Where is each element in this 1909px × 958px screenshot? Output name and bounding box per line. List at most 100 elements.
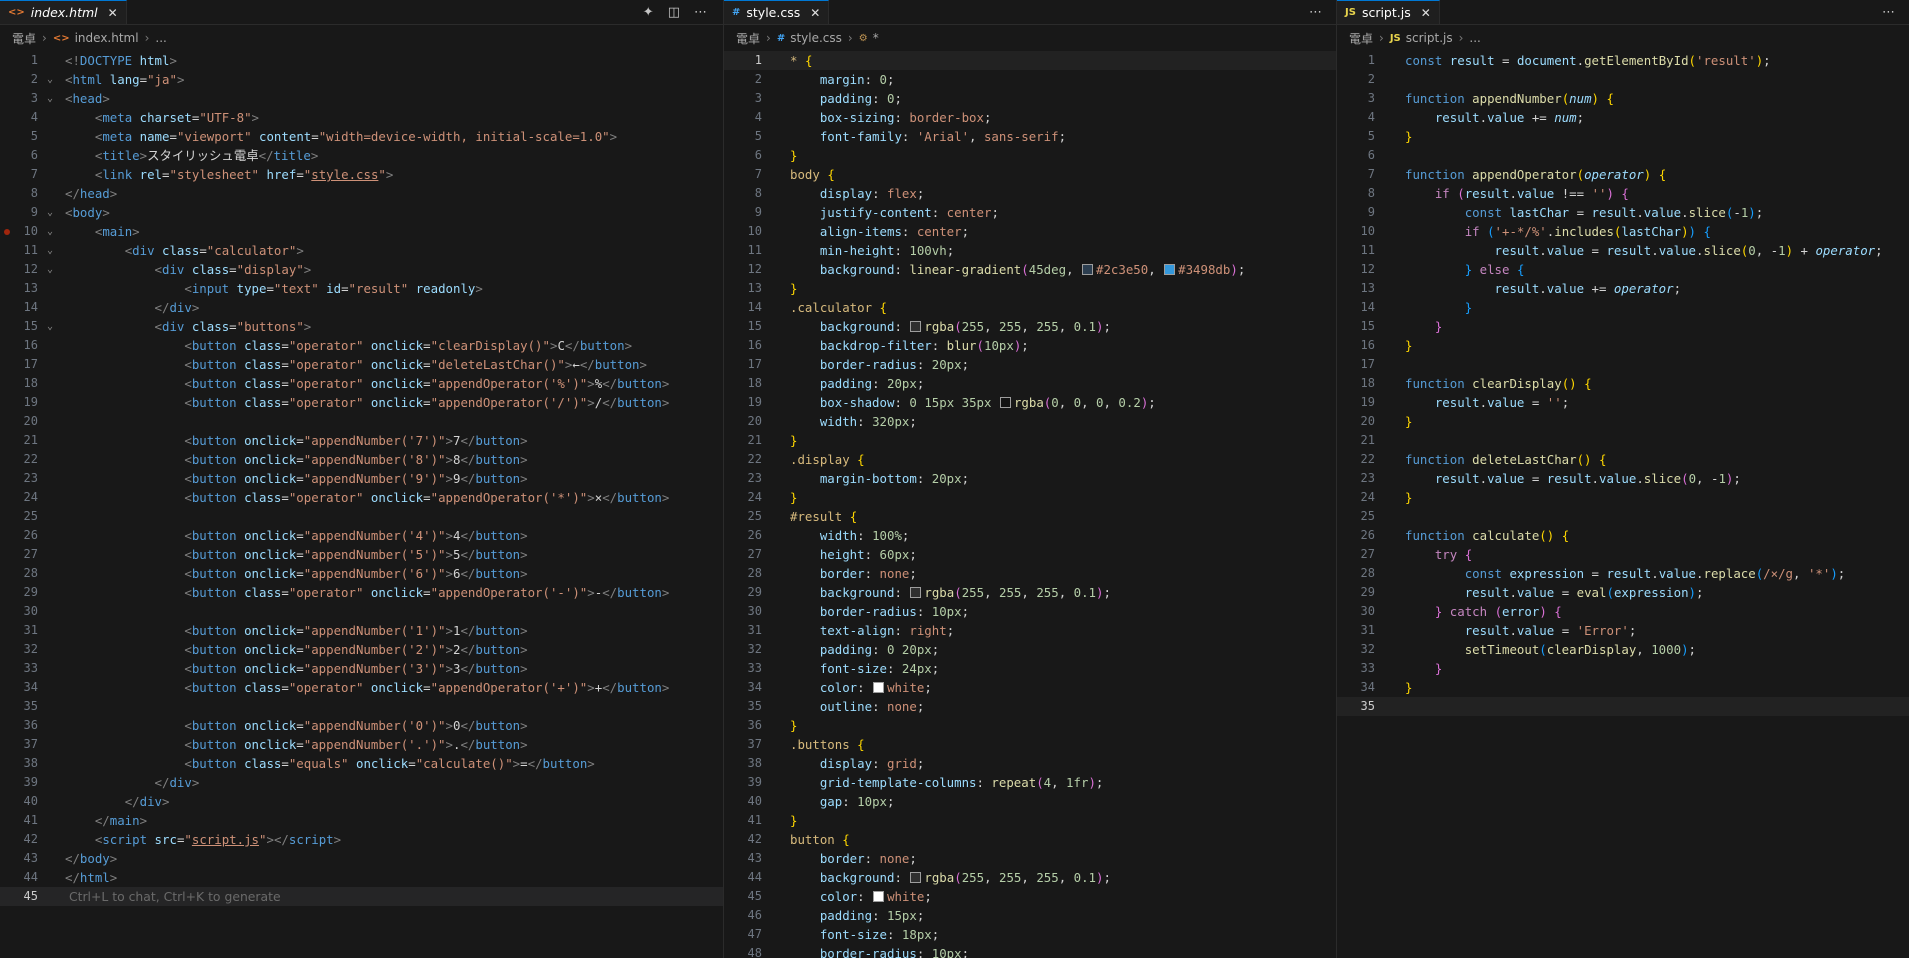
code-line[interactable]: 30 bbox=[0, 602, 723, 621]
breadcrumb-folder[interactable]: 電卓 bbox=[736, 30, 760, 47]
code-line[interactable]: 43 border: none; bbox=[724, 849, 1336, 868]
code-line[interactable]: 48 border-radius: 10px; bbox=[724, 944, 1336, 958]
code-line[interactable]: 31 <button onclick="appendNumber('1')">1… bbox=[0, 621, 723, 640]
breadcrumb-symbol[interactable]: ... bbox=[155, 31, 166, 45]
fold-chevron-icon[interactable]: ⌄ bbox=[47, 241, 53, 260]
code-line[interactable]: 33 } bbox=[1337, 659, 1909, 678]
code-line[interactable]: 20} bbox=[1337, 412, 1909, 431]
code-line[interactable]: 27 height: 60px; bbox=[724, 545, 1336, 564]
code-line[interactable]: 45 Ctrl+L to chat, Ctrl+K to generate bbox=[0, 887, 723, 906]
code-line[interactable]: 38 display: grid; bbox=[724, 754, 1336, 773]
code-line[interactable]: 43 </body> bbox=[0, 849, 723, 868]
code-line[interactable]: 15 background: rgba(255, 255, 255, 0.1); bbox=[724, 317, 1336, 336]
breadcrumb-file[interactable]: script.js bbox=[1406, 31, 1453, 45]
code-line[interactable]: 11 ⌄ <div class="calculator"> bbox=[0, 241, 723, 260]
code-line[interactable]: 26 <button onclick="appendNumber('4')">4… bbox=[0, 526, 723, 545]
fold-chevron-icon[interactable]: ⌄ bbox=[47, 317, 53, 336]
code-line[interactable]: 46 padding: 15px; bbox=[724, 906, 1336, 925]
breadcrumb-folder[interactable]: 電卓 bbox=[1349, 30, 1373, 47]
code-line[interactable]: 8 if (result.value !== '') { bbox=[1337, 184, 1909, 203]
code-line[interactable]: 32 padding: 0 20px; bbox=[724, 640, 1336, 659]
code-line[interactable]: 24 <button class="operator" onclick="app… bbox=[0, 488, 723, 507]
code-line[interactable]: 25 #result { bbox=[724, 507, 1336, 526]
code-line[interactable]: 25 bbox=[1337, 507, 1909, 526]
code-line[interactable]: 21 bbox=[1337, 431, 1909, 450]
breadcrumb-file[interactable]: index.html bbox=[75, 31, 139, 45]
code-line[interactable]: 35 outline: none; bbox=[724, 697, 1336, 716]
code-line[interactable]: 19 result.value = ''; bbox=[1337, 393, 1909, 412]
code-line[interactable]: 4 result.value += num; bbox=[1337, 108, 1909, 127]
fold-chevron-icon[interactable]: ⌄ bbox=[47, 70, 53, 89]
code-line[interactable]: 34 color: white; bbox=[724, 678, 1336, 697]
code-line[interactable]: 29 background: rgba(255, 255, 255, 0.1); bbox=[724, 583, 1336, 602]
code-line[interactable]: 2 bbox=[1337, 70, 1909, 89]
code-line[interactable]: 41 </main> bbox=[0, 811, 723, 830]
code-line[interactable]: 7 <link rel="stylesheet" href="style.css… bbox=[0, 165, 723, 184]
code-line[interactable]: 3 padding: 0; bbox=[724, 89, 1336, 108]
code-line[interactable]: 29 result.value = eval(expression); bbox=[1337, 583, 1909, 602]
code-line[interactable]: 13 result.value += operator; bbox=[1337, 279, 1909, 298]
more-actions-icon[interactable]: ⋯ bbox=[694, 5, 707, 20]
code-line[interactable]: 30 border-radius: 10px; bbox=[724, 602, 1336, 621]
code-line[interactable]: 44 background: rgba(255, 255, 255, 0.1); bbox=[724, 868, 1336, 887]
code-line[interactable]: 32 <button onclick="appendNumber('2')">2… bbox=[0, 640, 723, 659]
code-line[interactable]: 9 ⌄ <body> bbox=[0, 203, 723, 222]
code-line[interactable]: 20 bbox=[0, 412, 723, 431]
code-line[interactable]: 32 setTimeout(clearDisplay, 1000); bbox=[1337, 640, 1909, 659]
code-line[interactable]: 14 .calculator { bbox=[724, 298, 1336, 317]
code-line[interactable]: 31 text-align: right; bbox=[724, 621, 1336, 640]
fold-chevron-icon[interactable]: ⌄ bbox=[47, 89, 53, 108]
close-icon[interactable]: ✕ bbox=[810, 6, 820, 20]
breakpoint-icon[interactable] bbox=[4, 229, 10, 235]
code-line[interactable]: 10 ⌄ <main> bbox=[0, 222, 723, 241]
code-line[interactable]: 6 <title>スタイリッシュ電卓</title> bbox=[0, 146, 723, 165]
breadcrumb-symbol[interactable]: ... bbox=[1469, 31, 1480, 45]
code-line[interactable]: 28 border: none; bbox=[724, 564, 1336, 583]
code-line[interactable]: 8 </head> bbox=[0, 184, 723, 203]
code-line[interactable]: 12 background: linear-gradient(45deg, #2… bbox=[724, 260, 1336, 279]
code-line[interactable]: 21 <button onclick="appendNumber('7')">7… bbox=[0, 431, 723, 450]
code-line[interactable]: 13 <input type="text" id="result" readon… bbox=[0, 279, 723, 298]
code-line[interactable]: 36 <button onclick="appendNumber('0')">0… bbox=[0, 716, 723, 735]
code-line[interactable]: 33 font-size: 24px; bbox=[724, 659, 1336, 678]
code-line[interactable]: 3 ⌄ <head> bbox=[0, 89, 723, 108]
code-line[interactable]: 1 * { bbox=[724, 51, 1336, 70]
code-line[interactable]: 5 <meta name="viewport" content="width=d… bbox=[0, 127, 723, 146]
code-line[interactable]: 5} bbox=[1337, 127, 1909, 146]
code-line[interactable]: 6} bbox=[724, 146, 1336, 165]
fold-chevron-icon[interactable]: ⌄ bbox=[47, 222, 53, 241]
more-actions-icon[interactable]: ⋯ bbox=[1309, 5, 1322, 20]
code-line[interactable]: 36} bbox=[724, 716, 1336, 735]
code-line[interactable]: 3 function appendNumber(num) { bbox=[1337, 89, 1909, 108]
tab-index-html[interactable]: <> index.html ✕ bbox=[0, 0, 127, 24]
code-line[interactable]: 18 function clearDisplay() { bbox=[1337, 374, 1909, 393]
code-line[interactable]: 11 min-height: 100vh; bbox=[724, 241, 1336, 260]
code-line[interactable]: 1 <!DOCTYPE html> bbox=[0, 51, 723, 70]
code-line[interactable]: 39 </div> bbox=[0, 773, 723, 792]
code-line[interactable]: 16 backdrop-filter: blur(10px); bbox=[724, 336, 1336, 355]
breadcrumb-file[interactable]: style.css bbox=[790, 31, 842, 45]
code-line[interactable]: 9 justify-content: center; bbox=[724, 203, 1336, 222]
code-line[interactable]: 37 <button onclick="appendNumber('.')">.… bbox=[0, 735, 723, 754]
fold-chevron-icon[interactable]: ⌄ bbox=[47, 260, 53, 279]
code-line[interactable]: 8 display: flex; bbox=[724, 184, 1336, 203]
code-line[interactable]: 40 </div> bbox=[0, 792, 723, 811]
breadcrumb-symbol[interactable]: * bbox=[873, 31, 879, 45]
code-line[interactable]: 22 <button onclick="appendNumber('8')">8… bbox=[0, 450, 723, 469]
code-line[interactable]: 16} bbox=[1337, 336, 1909, 355]
code-line[interactable]: 5 font-family: 'Arial', sans-serif; bbox=[724, 127, 1336, 146]
code-line[interactable]: 14 } bbox=[1337, 298, 1909, 317]
code-line[interactable]: 22 function deleteLastChar() { bbox=[1337, 450, 1909, 469]
tab-script-js[interactable]: JS script.js ✕ bbox=[1337, 0, 1440, 24]
code-line[interactable]: 41} bbox=[724, 811, 1336, 830]
code-line[interactable]: 24} bbox=[724, 488, 1336, 507]
code-line[interactable]: 9 const lastChar = result.value.slice(-1… bbox=[1337, 203, 1909, 222]
code-line[interactable]: 39 grid-template-columns: repeat(4, 1fr)… bbox=[724, 773, 1336, 792]
code-line[interactable]: 44 </html> bbox=[0, 868, 723, 887]
code-line[interactable]: 24} bbox=[1337, 488, 1909, 507]
code-editor[interactable]: 1 const result = document.getElementById(… bbox=[1337, 51, 1909, 958]
breadcrumb-folder[interactable]: 電卓 bbox=[12, 30, 36, 47]
code-line[interactable]: 17 bbox=[1337, 355, 1909, 374]
code-line[interactable]: 40 gap: 10px; bbox=[724, 792, 1336, 811]
code-line[interactable]: 12 } else { bbox=[1337, 260, 1909, 279]
